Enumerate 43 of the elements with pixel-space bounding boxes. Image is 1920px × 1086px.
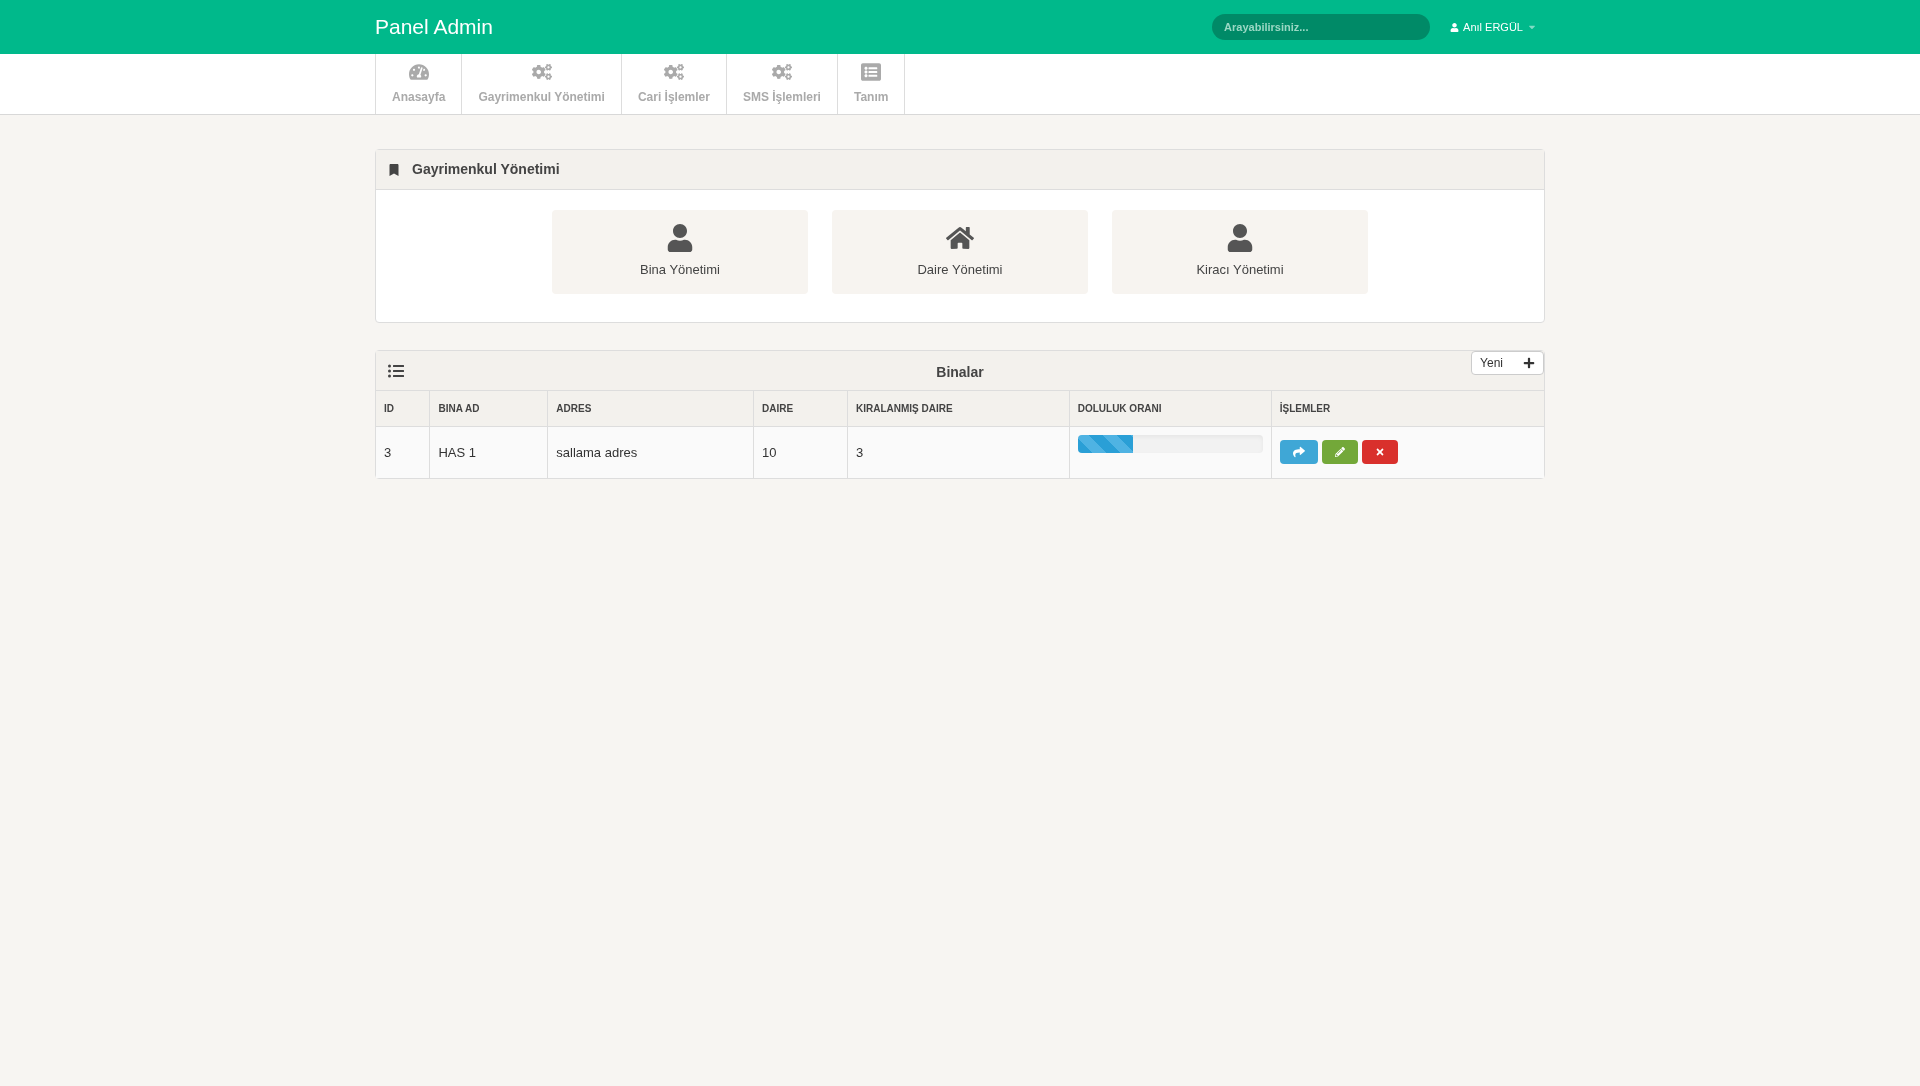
column-header: İŞLEMLER <box>1271 391 1544 426</box>
user-icon <box>666 224 694 253</box>
new-button[interactable]: Yeni <box>1471 351 1544 375</box>
share-icon <box>1292 446 1305 459</box>
delete-button[interactable] <box>1361 440 1398 465</box>
column-header: KIRALANMIŞ DAIRE <box>847 391 1070 426</box>
column-header: ID <box>376 391 430 426</box>
nav-tab[interactable]: Anasayfa <box>375 54 463 114</box>
table-cell: 3 <box>847 426 1070 478</box>
bookmark-icon <box>388 163 400 176</box>
plus-icon <box>1523 357 1535 369</box>
nav-tab[interactable]: SMS İşlemleri <box>726 54 838 114</box>
table-cell: 3 <box>376 426 430 478</box>
share-button[interactable] <box>1279 440 1318 465</box>
gears-icon <box>771 62 792 82</box>
user-icon <box>1226 224 1254 253</box>
shortcut-tile[interactable]: Bina Yönetimi <box>552 210 808 294</box>
gears-icon <box>531 62 552 82</box>
nav-tab[interactable]: Cari İşlemler <box>621 54 727 114</box>
table-cell: HAS 1 <box>429 426 548 478</box>
table-cell: sallama adres <box>547 426 754 478</box>
gears-icon <box>663 62 684 82</box>
column-header: BINA AD <box>429 391 548 426</box>
nav-tab[interactable]: Tanım <box>837 54 906 114</box>
column-header: ADRES <box>547 391 754 426</box>
list-icon <box>861 62 882 82</box>
gauge-icon <box>408 62 429 82</box>
panel-title: Gayrimenkul Yönetimi <box>412 160 560 179</box>
shortcut-tile[interactable]: Kiracı Yönetimi <box>1112 210 1368 294</box>
pencil-icon <box>1334 447 1345 458</box>
user-menu[interactable]: Anıl ERGÜL <box>1450 18 1537 36</box>
nav-tab[interactable]: Gayrimenkul Yönetimi <box>462 54 622 114</box>
panel-title: Binalar <box>936 363 984 382</box>
search-field[interactable]: Arayabilirsiniz... <box>1212 14 1431 40</box>
column-header: DAIRE <box>753 391 848 426</box>
close-icon <box>1374 447 1385 458</box>
shortcut-tile[interactable]: Daire Yönetimi <box>832 210 1088 294</box>
edit-button[interactable] <box>1321 440 1358 465</box>
table-cell: 10 <box>753 426 848 478</box>
column-header: DOLULUK ORANI <box>1069 391 1272 426</box>
user-icon <box>1450 22 1460 32</box>
brand-title: Panel Admin <box>375 14 493 41</box>
list-icon <box>388 362 404 379</box>
